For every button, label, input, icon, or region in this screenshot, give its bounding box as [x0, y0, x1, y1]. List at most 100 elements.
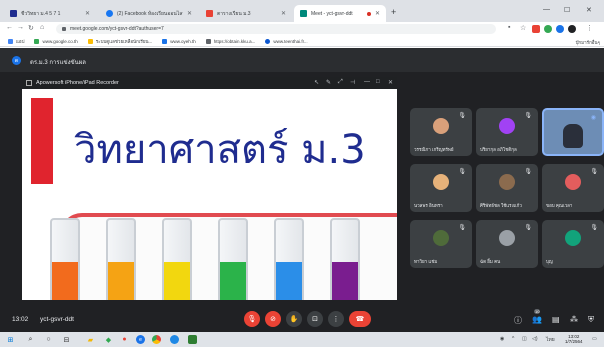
- more-vertical-icon: ⋮: [332, 316, 340, 323]
- new-tab-button[interactable]: +: [391, 7, 396, 17]
- camera-icon[interactable]: ▪: [508, 24, 510, 31]
- close-tab-icon[interactable]: ✕: [85, 10, 90, 17]
- app-icon[interactable]: [188, 335, 197, 344]
- bookmark-item[interactable]: ระบบดูแลช่วยเหลือนักเรียน...: [87, 38, 152, 45]
- presenter-title: ดร.ม.3 การแข่งขันผล: [30, 60, 86, 66]
- url-text: meet.google.com/yct-gsvr-ddt?authuser=7: [70, 26, 164, 32]
- camera-toggle-button[interactable]: ⊘: [265, 311, 281, 327]
- participant-tile-active-speaker[interactable]: ◉: [542, 108, 604, 156]
- participant-photo: [499, 174, 515, 190]
- bookmark-item[interactable]: แอป: [8, 38, 24, 45]
- participant-tile[interactable]: 🎙 ฉัด ยิ้ม คน: [476, 220, 538, 268]
- other-bookmarks[interactable]: บุ๊กมาร์กอื่นๆ: [576, 39, 600, 46]
- participant-photo: [499, 230, 515, 246]
- store-icon[interactable]: ◆: [104, 335, 113, 344]
- tab-title: ชีววิทยา ม.4 5 7 1: [21, 10, 61, 17]
- bookmark-item[interactable]: www.google.co.th: [34, 38, 78, 44]
- lock-icon: [62, 27, 66, 31]
- participant-name: ปริยากุล อภิโชติกุล: [480, 147, 517, 152]
- mic-toggle-button[interactable]: 🎙: [244, 311, 260, 327]
- slide-accent-bar: [31, 98, 53, 184]
- address-bar[interactable]: meet.google.com/yct-gsvr-ddt?authuser=7: [56, 24, 496, 34]
- notification-icon[interactable]: ▭: [592, 336, 597, 342]
- people-tray-icon[interactable]: ◉: [500, 336, 504, 342]
- chrome-icon[interactable]: [152, 335, 161, 344]
- windows-start-icon[interactable]: ⊞: [6, 335, 15, 344]
- search-icon[interactable]: ⌕: [26, 335, 35, 344]
- chrome-icon[interactable]: [170, 335, 179, 344]
- apps-icon: [8, 38, 13, 44]
- participant-tile[interactable]: 🎙 ขอบ คุณเวลา: [542, 164, 604, 212]
- file-explorer-icon[interactable]: ▰: [86, 335, 95, 344]
- network-icon[interactable]: ◫: [522, 336, 527, 342]
- close-tab-icon[interactable]: ✕: [187, 10, 192, 17]
- meeting-info-icon[interactable]: ⓘ: [514, 315, 522, 326]
- widgets-icon[interactable]: ⊟: [62, 335, 71, 344]
- activities-icon[interactable]: ⁂: [570, 315, 578, 324]
- recording-indicator-icon: [366, 11, 371, 16]
- blue-liquid: [276, 262, 302, 300]
- home-icon[interactable]: ⌂: [40, 24, 44, 31]
- shared-window-titlebar: Apowersoft iPhone/iPad Recorder ↖ ✎ ⤢ ⊣ …: [22, 77, 397, 89]
- participant-tile[interactable]: 🎙 ปริยากุล อภิโชติกุล: [476, 108, 538, 156]
- bookmark-item[interactable]: www.oyeh.th: [162, 38, 196, 44]
- participant-name: ศิริพัทธ์ชล ใช้แรงแก้ว: [480, 203, 522, 208]
- tab-title: Meet - yct-gsvr-ddt: [311, 10, 353, 17]
- account-avatar[interactable]: [568, 25, 576, 33]
- chevron-up-icon[interactable]: ^: [512, 336, 514, 342]
- raise-hand-button[interactable]: ✋: [286, 311, 302, 327]
- more-options-button[interactable]: ⋮: [328, 311, 344, 327]
- hang-up-icon: ☎: [355, 316, 365, 323]
- back-arrow-icon[interactable]: ←: [6, 24, 13, 31]
- participant-video: [563, 124, 583, 148]
- app-icon[interactable]: ●: [120, 335, 129, 344]
- browser-tab-active[interactable]: Meet - yct-gsvr-ddt ✕: [294, 5, 386, 22]
- participant-tile[interactable]: 🎙 บุญ: [542, 220, 604, 268]
- chat-icon[interactable]: ▤: [552, 315, 560, 324]
- maximize-button[interactable]: ☐: [564, 6, 570, 14]
- participant-tile[interactable]: 🎙 นวลพร อินทรา: [410, 164, 472, 212]
- host-controls-icon[interactable]: ⛨: [588, 315, 594, 325]
- task-view-icon[interactable]: ○: [44, 335, 53, 344]
- volume-icon[interactable]: ◁): [532, 336, 538, 342]
- extension-icon[interactable]: [532, 25, 540, 33]
- meeting-time: 13:02: [12, 316, 29, 323]
- browser-tab[interactable]: ตารางเรียน ม.3 ✕: [200, 5, 292, 22]
- bookmark-item[interactable]: www.teenthai.fr...: [265, 38, 308, 44]
- browser-tab[interactable]: (2) Facebook ห้องเรียนออนไลน์ ✕: [100, 5, 198, 22]
- tab-title: (2) Facebook ห้องเรียนออนไลน์: [117, 10, 183, 17]
- test-tube: [218, 218, 248, 300]
- participant-name: ทาวิยา แช่ม: [414, 259, 438, 264]
- close-icon: ✕: [388, 80, 394, 86]
- language-indicator[interactable]: ไทย: [546, 336, 555, 344]
- present-button[interactable]: ⊡: [307, 311, 323, 327]
- leave-call-button[interactable]: ☎: [349, 311, 371, 327]
- minimize-button[interactable]: —: [543, 6, 550, 13]
- edge-icon[interactable]: e: [136, 335, 145, 344]
- participant-tile[interactable]: 🎙 วรรณิกา เกริญทรัพย์: [410, 108, 472, 156]
- extension-icon[interactable]: [544, 25, 552, 33]
- purple-liquid: [332, 262, 358, 300]
- star-icon[interactable]: ☆: [520, 24, 526, 32]
- bookmark-item[interactable]: https://obtain.kku.a...: [205, 38, 255, 44]
- taskbar-clock[interactable]: 13:02 1/7/2564: [565, 334, 583, 344]
- people-button[interactable]: 👥 10: [532, 309, 542, 324]
- browser-tab[interactable]: ชีววิทยา ม.4 5 7 1 ✕: [4, 5, 96, 22]
- participant-tile[interactable]: 🎙 ศิริพัทธ์ชล ใช้แรงแก้ว: [476, 164, 538, 212]
- mic-off-icon: 🎙: [590, 169, 598, 175]
- close-tab-icon[interactable]: ✕: [281, 10, 286, 17]
- yellow-liquid: [164, 262, 190, 300]
- profile-avatar[interactable]: [556, 25, 564, 33]
- speaking-icon: ◉: [590, 115, 596, 121]
- presenter-avatar: ด: [12, 56, 21, 65]
- browser-toolbar: ← → ↻ ⌂ meet.google.com/yct-gsvr-ddt?aut…: [0, 22, 604, 36]
- close-window-button[interactable]: ✕: [586, 6, 592, 14]
- meet-controls-bar: 13:02 yct-gsvr-ddt 🎙 ⊘ ✋ ⊡ ⋮ ☎ ⓘ 👥 10 ▤ …: [0, 306, 604, 332]
- minimize-icon: —: [364, 79, 370, 85]
- forward-arrow-icon[interactable]: →: [17, 24, 24, 31]
- more-menu-icon[interactable]: ⋮: [586, 24, 593, 32]
- close-tab-icon[interactable]: ✕: [375, 10, 380, 17]
- tab-title: ตารางเรียน ม.3: [217, 10, 251, 17]
- participant-tile[interactable]: 🎙 ทาวิยา แช่ม: [410, 220, 472, 268]
- reload-icon[interactable]: ↻: [28, 24, 34, 32]
